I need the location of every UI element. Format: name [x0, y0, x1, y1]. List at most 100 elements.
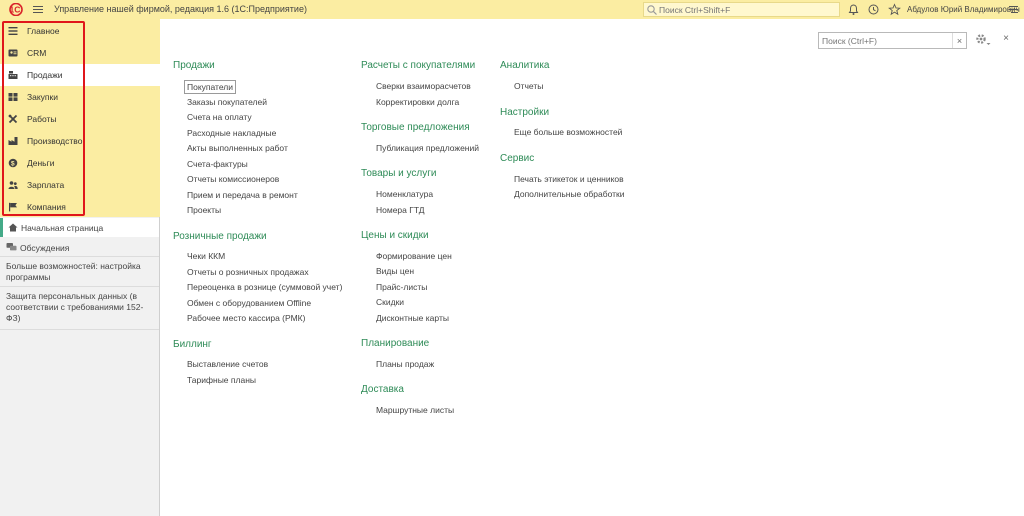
nav-item-company[interactable]: Компания: [0, 196, 160, 218]
link-nomenclature[interactable]: Номенклатура: [376, 189, 433, 199]
title-bar: 1С Управление нашей фирмой, редакция 1.6…: [0, 0, 1024, 19]
nav-item-sales[interactable]: Продажи: [0, 64, 160, 86]
link-label-printing[interactable]: Печать этикеток и ценников: [514, 174, 624, 184]
link-discount-cards[interactable]: Дисконтные карты: [376, 313, 449, 323]
clear-search-button[interactable]: ×: [952, 33, 966, 48]
section-title-planning: Планирование: [361, 338, 430, 349]
panel-home-page[interactable]: Начальная страница: [0, 218, 159, 237]
sidebar: Главное CRM Продажи Закупки Работы Произ…: [0, 19, 160, 516]
nav-label: Компания: [27, 202, 66, 212]
home-icon: [8, 223, 18, 232]
app-title: Управление нашей фирмой, редакция 1.6 (1…: [54, 4, 307, 14]
section-title-delivery: Доставка: [361, 384, 404, 395]
link-repair-handover[interactable]: Прием и передача в ремонт: [187, 190, 298, 200]
link-debt-adjustments[interactable]: Корректировки долга: [376, 97, 459, 107]
link-price-types[interactable]: Виды цен: [376, 266, 414, 276]
favorites-star-icon[interactable]: [888, 3, 901, 16]
current-user[interactable]: Абдулов Юрий Владимирович: [907, 5, 1020, 14]
logo-text: 1С: [10, 5, 21, 15]
section-title-analytics: Аналитика: [500, 60, 550, 71]
link-projects[interactable]: Проекты: [187, 205, 221, 215]
link-billing-invoicing[interactable]: Выставление счетов: [187, 359, 268, 369]
nav-label: Главное: [27, 26, 60, 36]
link-customer-orders[interactable]: Заказы покупателей: [187, 97, 267, 107]
link-kkm-receipts[interactable]: Чеки ККМ: [187, 251, 225, 261]
global-search-field[interactable]: [643, 2, 840, 17]
link-price-formation[interactable]: Формирование цен: [376, 251, 452, 261]
panel-label: Начальная страница: [21, 223, 104, 233]
section-title-customer-settlements: Расчеты с покупателями: [361, 60, 476, 71]
link-cashier-workplace[interactable]: Рабочее место кассира (РМК): [187, 313, 305, 323]
factory-icon: [8, 137, 18, 145]
link-sales-plans[interactable]: Планы продаж: [376, 359, 434, 369]
nav-item-money[interactable]: $ Деньги: [0, 152, 160, 174]
svg-text:$: $: [11, 161, 15, 168]
nav-item-works[interactable]: Работы: [0, 108, 160, 130]
link-gtd-numbers[interactable]: Номера ГТД: [376, 205, 425, 215]
search-icon: [647, 4, 657, 15]
link-retail-reports[interactable]: Отчеты о розничных продажах: [187, 267, 309, 277]
main-area: × × Продажи Покупатели Заказы покупателе…: [161, 19, 1024, 516]
link-settlement-reconciliations[interactable]: Сверки взаиморасчетов: [376, 81, 471, 91]
link-offer-publishing[interactable]: Публикация предложений: [376, 143, 479, 153]
menu-lines-icon: [8, 27, 18, 35]
1c-logo-icon[interactable]: 1С: [5, 3, 27, 16]
link-customers[interactable]: Покупатели: [184, 80, 236, 94]
nav-label: Зарплата: [27, 180, 65, 190]
global-search-input[interactable]: [658, 4, 833, 15]
settings-menu-icon[interactable]: [1007, 3, 1020, 16]
link-additional-processing[interactable]: Дополнительные обработки: [514, 189, 624, 199]
section-title-billing: Биллинг: [173, 339, 212, 350]
nav-label: Производство: [27, 136, 83, 146]
nav-item-main[interactable]: Главное: [0, 20, 160, 42]
nav-label: Продажи: [27, 70, 63, 80]
link-tariff-plans[interactable]: Тарифные планы: [187, 375, 256, 385]
nav-item-crm[interactable]: CRM: [0, 42, 160, 64]
nav-label: Закупки: [27, 92, 58, 102]
panel-discussions[interactable]: Обсуждения: [0, 238, 159, 257]
section-title-trade-offers: Торговые предложения: [361, 122, 470, 133]
cash-register-icon: [8, 71, 18, 79]
tools-icon: [8, 114, 18, 124]
panel-personal-data[interactable]: Защита персональных данных (в соответств…: [0, 287, 159, 330]
nav-item-purchases[interactable]: Закупки: [0, 86, 160, 108]
nav-item-production[interactable]: Производство: [0, 130, 160, 152]
nav-label: CRM: [27, 48, 47, 58]
gear-icon[interactable]: [974, 32, 992, 48]
nav-label: Работы: [27, 114, 57, 124]
link-retail-revaluation[interactable]: Переоценка в рознице (суммовой учет): [187, 282, 342, 292]
close-icon[interactable]: ×: [1000, 33, 1012, 45]
link-work-acts[interactable]: Акты выполненных работ: [187, 143, 288, 153]
link-tax-invoices[interactable]: Счета-фактуры: [187, 159, 248, 169]
bell-icon[interactable]: [847, 3, 860, 16]
section-title-goods-services: Товары и услуги: [361, 168, 437, 179]
section-title-sales: Продажи: [173, 60, 215, 71]
section-nav: Главное CRM Продажи Закупки Работы Произ…: [0, 19, 160, 217]
link-sales-invoices[interactable]: Расходные накладные: [187, 128, 276, 138]
link-commission-reports[interactable]: Отчеты комиссионеров: [187, 174, 279, 184]
nav-label: Деньги: [27, 158, 55, 168]
link-reports[interactable]: Отчеты: [514, 81, 543, 91]
chat-bubbles-icon: [6, 243, 17, 251]
history-icon[interactable]: [867, 3, 880, 16]
money-icon: $: [8, 158, 18, 168]
section-title-service: Сервис: [500, 153, 535, 164]
flag-icon: [9, 202, 17, 212]
warehouse-icon: [8, 93, 18, 101]
section-search-input[interactable]: [819, 35, 949, 46]
main-menu-icon[interactable]: [33, 4, 43, 15]
link-discounts[interactable]: Скидки: [376, 297, 404, 307]
panel-more-features[interactable]: Больше возможностей: настройка программы: [0, 257, 159, 287]
employees-icon: [8, 181, 18, 189]
section-title-retail: Розничные продажи: [173, 231, 267, 242]
link-price-lists[interactable]: Прайс-листы: [376, 282, 427, 292]
link-offline-exchange[interactable]: Обмен с оборудованием Offline: [187, 298, 311, 308]
contacts-icon: [8, 49, 18, 57]
section-search-field[interactable]: ×: [818, 32, 967, 49]
link-more-features[interactable]: Еще больше возможностей: [514, 127, 622, 137]
link-invoices-for-payment[interactable]: Счета на оплату: [187, 112, 252, 122]
link-route-sheets[interactable]: Маршрутные листы: [376, 405, 454, 415]
section-title-prices-discounts: Цены и скидки: [361, 230, 429, 241]
panel-label: Обсуждения: [20, 243, 70, 253]
nav-item-salary[interactable]: Зарплата: [0, 174, 160, 196]
